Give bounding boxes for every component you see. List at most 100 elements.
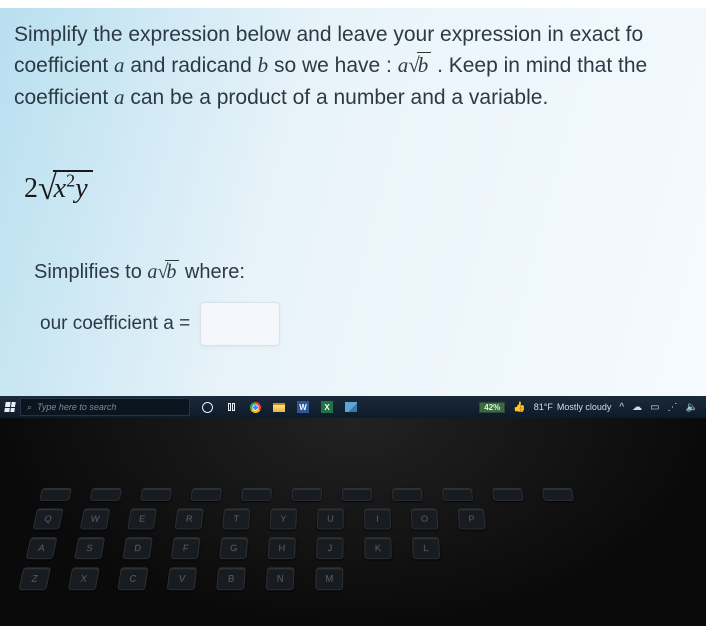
key xyxy=(190,488,222,501)
system-tray: 42% 👍 81°F Mostly cloudy ^ ☁ ▭ ⋰ 🔈 xyxy=(479,402,706,413)
thumb-icon: 👍 xyxy=(513,402,525,413)
key: V xyxy=(167,567,198,590)
chrome-button[interactable] xyxy=(244,398,266,416)
photos-button[interactable] xyxy=(340,398,362,416)
expr-radicand: x2y xyxy=(53,170,93,204)
battery-icon[interactable]: ▭ xyxy=(650,402,659,413)
onedrive-icon[interactable]: ☁ xyxy=(632,402,642,413)
tray-chevron[interactable]: ^ xyxy=(619,402,624,413)
simplifies-line: Simplifies to a√b where: xyxy=(34,261,696,284)
windows-taskbar: ⌕ Type here to search W X 42% 👍 81°F Mos… xyxy=(0,396,706,418)
search-placeholder: Type here to search xyxy=(37,402,116,412)
start-button[interactable] xyxy=(0,396,20,418)
key: O xyxy=(411,508,439,529)
key: J xyxy=(316,537,344,559)
key xyxy=(291,488,322,501)
task-view-button[interactable] xyxy=(220,398,242,416)
key: S xyxy=(74,537,105,559)
q-line2a: coefficient xyxy=(14,54,114,77)
key: K xyxy=(364,537,392,559)
key: H xyxy=(268,537,296,559)
cortana-icon xyxy=(202,402,213,413)
var-a-2: a xyxy=(114,85,125,109)
key xyxy=(392,488,423,501)
q-line3a: coefficient xyxy=(14,86,114,109)
battery-badge[interactable]: 42% xyxy=(479,402,505,413)
key: Q xyxy=(32,508,63,529)
windows-icon xyxy=(4,402,15,412)
word-icon: W xyxy=(297,401,309,413)
given-expression: 2√x2y xyxy=(24,168,696,206)
keyboard-fn-row xyxy=(3,488,706,501)
chrome-icon xyxy=(250,402,261,413)
folder-icon xyxy=(273,403,285,412)
q-line2c: so we have : xyxy=(268,54,398,77)
a-sqrt-b-2: a√b xyxy=(147,261,179,283)
cortana-button[interactable] xyxy=(196,398,218,416)
expr-coef: 2 xyxy=(24,173,38,204)
simplifies-pre: Simplifies to xyxy=(34,261,147,283)
a-sqrt-b-inline: a√b xyxy=(398,53,432,77)
picture-icon xyxy=(345,402,357,412)
key: D xyxy=(122,537,153,559)
key xyxy=(140,488,172,501)
key: Z xyxy=(18,567,51,590)
keyboard-row-3: ASDFGHJKL xyxy=(0,537,706,559)
q-line2b: and radicand xyxy=(125,54,258,77)
key: E xyxy=(127,508,157,529)
key: N xyxy=(266,567,295,590)
key: I xyxy=(364,508,391,529)
answer-row: our coefficient a = xyxy=(40,302,696,346)
laptop-body: QWERTYUIOP ASDFGHJKL ZXCVBNM xyxy=(0,418,706,626)
coefficient-a-input[interactable] xyxy=(200,302,280,346)
key: F xyxy=(171,537,201,559)
q-line3b: can be a product of a number and a varia… xyxy=(125,86,549,109)
key: L xyxy=(412,537,440,559)
var-a: a xyxy=(114,53,125,77)
key: R xyxy=(175,508,204,529)
question-text: Simplify the expression below and leave … xyxy=(14,20,696,113)
taskbar-search[interactable]: ⌕ Type here to search xyxy=(20,398,190,416)
var-b: b xyxy=(258,53,269,77)
key: X xyxy=(68,567,100,590)
key: B xyxy=(216,567,246,590)
explorer-button[interactable] xyxy=(268,398,290,416)
key: A xyxy=(25,537,57,559)
key: W xyxy=(80,508,111,529)
search-icon: ⌕ xyxy=(27,402,32,413)
weather-desc: Mostly cloudy xyxy=(557,402,612,412)
key: T xyxy=(222,508,250,529)
key: U xyxy=(317,508,344,529)
key: M xyxy=(315,567,343,590)
excel-button[interactable]: X xyxy=(316,398,338,416)
key xyxy=(241,488,272,501)
word-button[interactable]: W xyxy=(292,398,314,416)
key xyxy=(542,488,574,501)
volume-icon[interactable]: 🔈 xyxy=(686,402,698,413)
key xyxy=(442,488,473,501)
key xyxy=(39,488,72,501)
q-line1: Simplify the expression below and leave … xyxy=(14,23,643,46)
key: P xyxy=(458,508,486,529)
keyboard-row-2: QWERTYUIOP xyxy=(0,508,706,529)
key: Y xyxy=(269,508,297,529)
key xyxy=(342,488,372,501)
key xyxy=(89,488,122,501)
wifi-icon[interactable]: ⋰ xyxy=(668,402,678,413)
app-screen: Simplify the expression below and leave … xyxy=(0,0,706,418)
keyboard-row-4: ZXCVBNM xyxy=(0,567,706,590)
excel-icon: X xyxy=(321,401,333,413)
key: G xyxy=(219,537,248,559)
taskbar-pinned: W X xyxy=(196,398,362,416)
q-line2d: . Keep in mind that the xyxy=(431,54,647,77)
task-view-icon xyxy=(228,403,235,411)
simplifies-post: where: xyxy=(179,261,245,283)
expr-surd: √ xyxy=(38,170,57,207)
key xyxy=(492,488,524,501)
answer-label: our coefficient a = xyxy=(40,313,190,335)
weather-widget[interactable]: 81°F Mostly cloudy xyxy=(534,402,612,412)
question-area: Simplify the expression below and leave … xyxy=(0,8,706,346)
keyboard: QWERTYUIOP ASDFGHJKL ZXCVBNM xyxy=(0,488,706,590)
key: C xyxy=(117,567,148,590)
weather-temp: 81°F xyxy=(534,402,553,412)
